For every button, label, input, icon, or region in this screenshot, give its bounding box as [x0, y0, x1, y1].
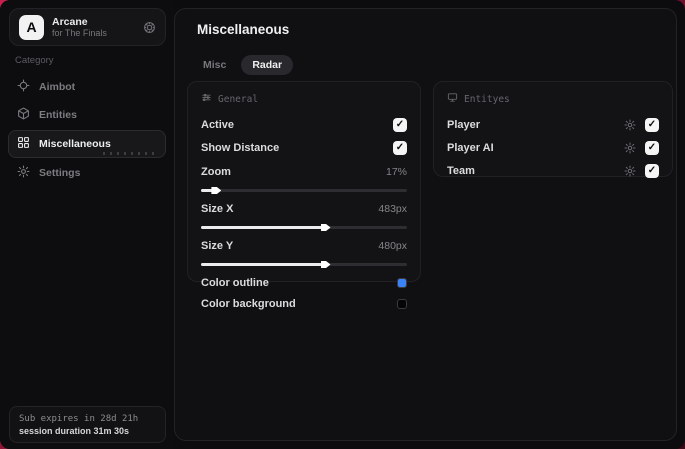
check-icon: ✓ [395, 141, 405, 153]
player-gear-icon[interactable] [624, 119, 636, 131]
app-logo: A [19, 14, 44, 40]
team-gear-icon[interactable] [624, 165, 636, 177]
app-settings-gear-icon[interactable] [143, 21, 156, 34]
session-duration-text: session duration 31m 30s [19, 425, 130, 436]
sidebar-nav: Aimbot Entities Miscellaneous Settings [0, 72, 174, 188]
check-icon: ✓ [647, 164, 657, 176]
sidebar-item-settings[interactable]: Settings [8, 160, 166, 186]
tab-radar[interactable]: Radar [241, 55, 294, 75]
subscription-status-card: Sub expires in 28d 21h session duration … [9, 406, 166, 443]
cube-icon [17, 107, 30, 123]
toggle-row-show-distance: Show Distance ✓ [201, 137, 407, 158]
panel-title: General [218, 93, 259, 105]
player-ai-checkbox[interactable]: ✓ [645, 140, 659, 155]
zoom-slider[interactable] [201, 187, 407, 194]
entity-label: Player [447, 118, 481, 131]
check-icon: ✓ [395, 118, 405, 130]
slider-group-size-y: Size Y 480px [201, 235, 407, 268]
player-ai-gear-icon[interactable] [624, 142, 636, 154]
slider-label: Size X [201, 202, 234, 215]
grid-icon [17, 136, 30, 152]
slider-label: Size Y [201, 239, 234, 252]
general-panel: General Active ✓ Show Distance ✓ Zoom 17… [187, 81, 421, 310]
slider-value: 480px [378, 239, 407, 252]
slider-label: Zoom [201, 165, 231, 178]
sidebar-item-label: Entities [39, 109, 77, 121]
team-checkbox[interactable]: ✓ [645, 163, 659, 178]
active-item-dots-decoration [103, 152, 155, 155]
size-x-slider[interactable] [201, 224, 407, 231]
gear-icon [17, 165, 30, 181]
sidebar-item-label: Settings [39, 167, 81, 179]
player-checkbox[interactable]: ✓ [645, 117, 659, 132]
color-row-outline: Color outline [201, 272, 407, 293]
slider-thumb[interactable] [320, 261, 331, 268]
app-subtitle: for The Finals [52, 27, 107, 38]
category-label: Category [15, 55, 54, 66]
sliders-icon [201, 92, 212, 106]
color-label: Color outline [201, 276, 269, 289]
app-card: A Arcane for The Finals [9, 8, 166, 46]
check-icon: ✓ [647, 118, 657, 130]
tab-misc[interactable]: Misc [192, 55, 237, 75]
entity-row-player: Player ✓ [447, 114, 659, 135]
sidebar-item-entities[interactable]: Entities [8, 102, 166, 128]
panel-title: Entityes [464, 93, 510, 105]
check-icon: ✓ [647, 141, 657, 153]
monitor-icon [447, 92, 458, 106]
toggle-label: Active [201, 118, 235, 131]
toggle-row-active: Active ✓ [201, 114, 407, 135]
sidebar-item-label: Aimbot [39, 81, 76, 93]
sidebar-item-label: Miscellaneous [39, 138, 111, 150]
sidebar-item-aimbot[interactable]: Aimbot [8, 74, 166, 100]
app-window: A Arcane for The Finals Category Aimbot [0, 0, 685, 449]
tab-bar: Misc Radar [192, 55, 294, 75]
entity-row-player-ai: Player AI ✓ [447, 137, 659, 158]
sub-expiry-text: Sub expires in 28d 21h [19, 413, 139, 424]
entity-row-team: Team ✓ [447, 160, 659, 181]
color-label: Color background [201, 297, 296, 310]
page-title: Miscellaneous [197, 22, 290, 37]
entity-label: Player AI [447, 141, 494, 154]
sidebar: A Arcane for The Finals Category Aimbot [0, 0, 174, 449]
background-color-swatch[interactable] [397, 298, 407, 309]
slider-value: 17% [385, 165, 407, 178]
slider-value: 483px [378, 202, 407, 215]
color-row-background: Color background [201, 293, 407, 314]
main-panel: Miscellaneous Misc Radar General Active … [174, 8, 677, 441]
slider-thumb[interactable] [320, 224, 331, 231]
active-checkbox[interactable]: ✓ [393, 117, 407, 132]
app-name: Arcane [52, 15, 88, 28]
entity-label: Team [447, 164, 475, 177]
slider-group-zoom: Zoom 17% [201, 161, 407, 194]
crosshair-icon [17, 79, 30, 95]
sidebar-item-miscellaneous[interactable]: Miscellaneous [8, 130, 166, 158]
size-y-slider[interactable] [201, 261, 407, 268]
show-distance-checkbox[interactable]: ✓ [393, 140, 407, 155]
entities-panel: Entityes Player ✓ Player AI ✓ Team ✓ [433, 81, 673, 178]
outline-color-swatch[interactable] [397, 277, 407, 288]
toggle-label: Show Distance [201, 141, 280, 154]
slider-group-size-x: Size X 483px [201, 198, 407, 231]
slider-thumb[interactable] [211, 187, 222, 194]
